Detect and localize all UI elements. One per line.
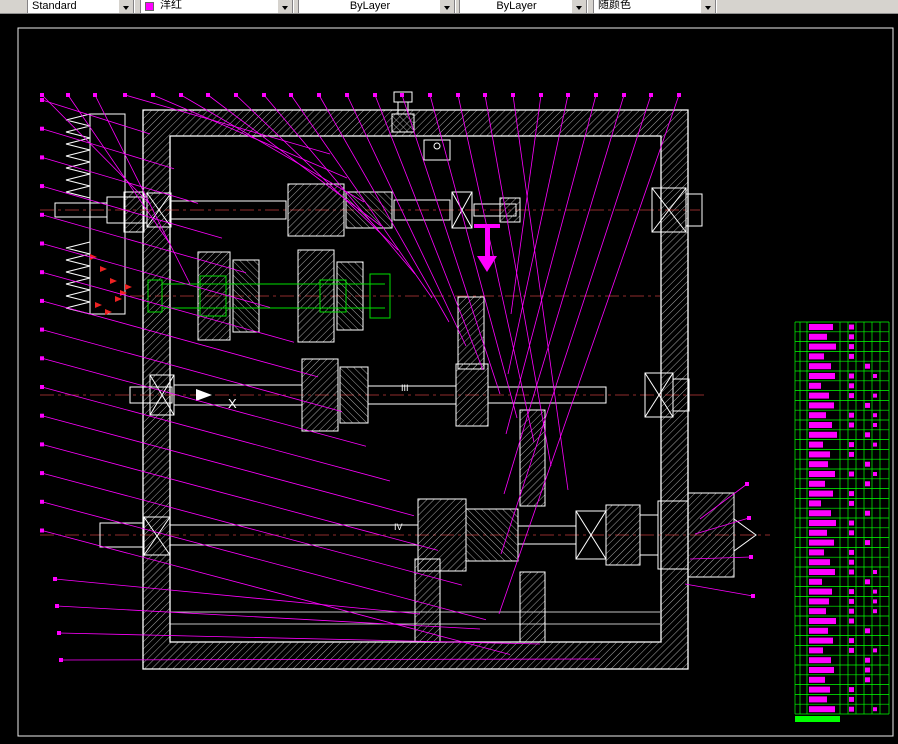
section-x-label: X <box>228 396 237 411</box>
dropdown-arrow-icon[interactable] <box>277 0 293 13</box>
cad-app: Standard 洋红 ByLayer ByLayer 随颜色 III X IV <box>0 0 898 744</box>
lineweight-value: ByLayer <box>496 0 537 12</box>
parts-table <box>794 321 890 722</box>
shaft-iii-label: III <box>401 383 409 393</box>
text-style-value: Standard <box>32 0 77 12</box>
drawing-canvas[interactable]: III X IV <box>0 14 898 744</box>
color-value: 洋红 <box>160 0 182 11</box>
dropdown-arrow-icon[interactable] <box>700 0 716 13</box>
linetype-value: ByLayer <box>349 0 391 12</box>
shaft-iv-label: IV <box>394 522 403 532</box>
color-combo[interactable]: 洋红 <box>140 0 294 13</box>
belt-pulley <box>65 113 145 315</box>
plotstyle-combo[interactable]: 随颜色 <box>593 0 717 13</box>
internal-walls <box>414 296 546 643</box>
color-swatch-icon <box>145 2 154 11</box>
linetype-combo[interactable]: ByLayer <box>298 0 456 13</box>
text-style-combo[interactable]: Standard <box>27 0 135 13</box>
dropdown-arrow-icon[interactable] <box>439 0 455 13</box>
intermediate-shaft-green <box>130 249 660 343</box>
plotstyle-value: 随颜色 <box>598 0 631 11</box>
dropdown-arrow-icon[interactable] <box>571 0 587 13</box>
output-shaft-iii <box>40 358 705 432</box>
gearbox-assembly-drawing: III X IV <box>17 27 894 737</box>
datum-arrow-symbol <box>474 224 500 272</box>
lineweight-combo[interactable]: ByLayer <box>459 0 588 13</box>
dropdown-arrow-icon[interactable] <box>118 0 134 13</box>
properties-toolbar: Standard 洋红 ByLayer ByLayer 随颜色 <box>0 0 898 14</box>
